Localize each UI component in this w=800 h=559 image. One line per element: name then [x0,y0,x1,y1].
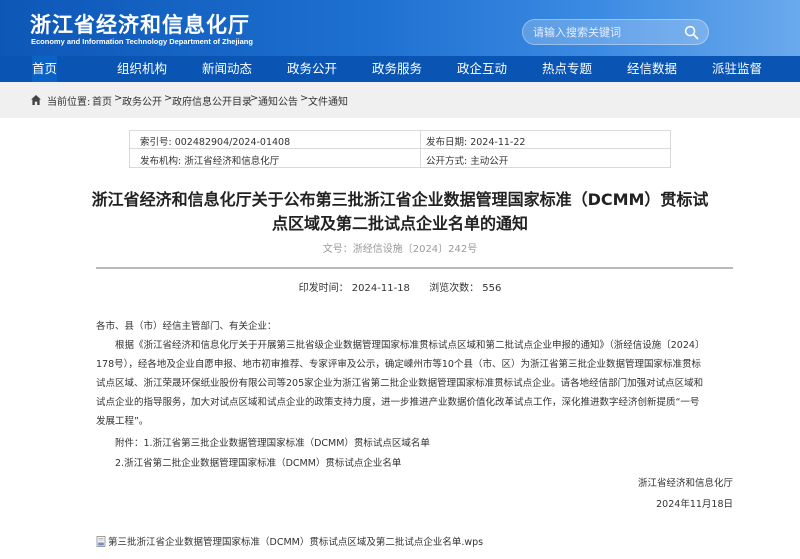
view-count: 浏览次数： 556 [429,283,502,294]
nav-item-data[interactable]: 经信数据 [627,56,677,82]
nav-item-gov-open[interactable]: 政务公开 [287,56,337,82]
attachment-file-link[interactable]: 第三批浙江省企业数据管理国家标准（DCMM）贯标试点区域及第二批试点企业名单.w… [108,537,483,548]
print-time: 印发时间： 2024-11-18 [298,283,410,294]
article-paragraph-line: 根据《浙江省经济和信息化厅关于开展第三批省级企业数据管理国家标准贯标试点区域和第… [96,340,705,351]
breadcrumb-gov-open[interactable]: 政务公开 [122,93,162,108]
breadcrumb-info-catalog[interactable]: 政府信息公开目录 [172,93,252,108]
meta-divider [420,131,421,167]
title-divider [96,267,733,269]
attachment-item-2: 2.浙江省第二批企业数据管理国家标准（DCMM）贯标试点企业名单 [96,458,402,469]
article-title-line-2: 点区域及第二批试点企业名单的通知 [271,214,528,233]
publish-info: 印发时间： 2024-11-18 浏览次数： 556 [0,279,800,294]
meta-publisher: 发布机构: 浙江省经济和信息化厅 [140,156,280,167]
attachment-download[interactable]: 第三批浙江省企业数据管理国家标准（DCMM）贯标试点区域及第二批试点企业名单.w… [96,534,483,548]
document-number: 文号：浙经信设施〔2024〕242号 [322,244,478,255]
signature-date: 2024年11月18日 [656,499,733,510]
article-salutation: 各市、县（市）经信主管部门、有关企业： [96,321,277,332]
search-box [522,19,709,45]
main-nav: 首页 组织机构 新闻动态 政务公开 政务服务 政企互动 热点专题 经信数据 派驻… [0,56,800,82]
article-paragraph-line: 发展工程”。 [96,416,149,427]
nav-item-supervision[interactable]: 派驻监督 [712,56,762,82]
file-icon [96,536,106,547]
home-icon [31,95,41,105]
meta-issue-date: 发布日期: 2024-11-22 [426,137,526,148]
site-logo-title[interactable]: 浙江省经济和信息化厅 [30,9,250,39]
site-logo-subtitle: Economy and Information Technology Depar… [31,37,253,46]
meta-row: 发布机构: 浙江省经济和信息化厅 公开方式: 主动公开 [130,150,670,168]
breadcrumb: 当前位置: 首页 > 政务公开 > 政府信息公开目录 > 通知公告 > 文件通知 [0,82,800,118]
article-title-line-1: 浙江省经济和信息化厅关于公布第三批浙江省企业数据管理国家标准（DCMM）贯标试 [91,190,709,209]
attachment-item-1: 附件：1.浙江省第三批企业数据管理国家标准（DCMM）贯标试点区域名单 [96,438,430,449]
article-paragraph-line: 试点企业的指导服务，加大对试点区域和试点企业的政策支持力度，进一步推进产业数据价… [96,397,700,408]
breadcrumb-label: 当前位置: [47,97,91,108]
search-icon[interactable] [684,25,699,40]
nav-item-topics[interactable]: 热点专题 [542,56,592,82]
nav-item-interaction[interactable]: 政企互动 [457,56,507,82]
nav-item-organization[interactable]: 组织机构 [117,56,167,82]
meta-open-mode: 公开方式: 主动公开 [426,156,509,167]
breadcrumb-notices[interactable]: 通知公告 [258,93,298,108]
nav-item-home[interactable]: 首页 [32,56,58,82]
article-paragraph-line: 178号），经各地及企业自愿申报、地市初审推荐、专家评审及公示，确定嵊州市等10… [96,359,701,370]
signature-org: 浙江省经济和信息化厅 [637,478,733,489]
nav-item-gov-service[interactable]: 政务服务 [372,56,422,82]
breadcrumb-file-notices[interactable]: 文件通知 [308,93,348,108]
search-input[interactable] [533,23,678,41]
document-meta-table: 索引号: 002482904/2024-01408 发布日期: 2024-11-… [129,130,671,168]
breadcrumb-home[interactable]: 首页 [92,93,112,108]
site-header: 浙江省经济和信息化厅 Economy and Information Techn… [0,0,800,56]
meta-row: 索引号: 002482904/2024-01408 发布日期: 2024-11-… [130,131,670,149]
meta-index-number: 索引号: 002482904/2024-01408 [140,137,291,148]
article-paragraph-line: 试点区域、浙江荣晟环保纸业股份有限公司等205家企业为浙江省第二批企业数据管理国… [96,378,704,389]
nav-item-news[interactable]: 新闻动态 [202,56,252,82]
